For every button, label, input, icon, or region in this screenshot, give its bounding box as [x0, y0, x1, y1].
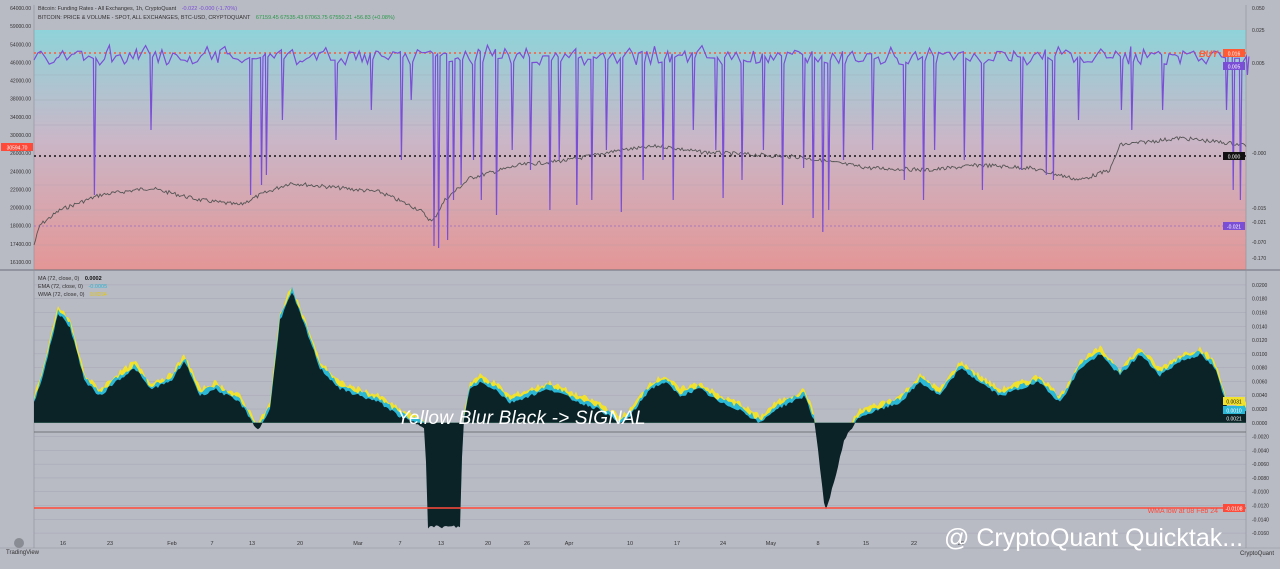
- y-bottom-tick-label: 0.0200: [1252, 283, 1268, 289]
- y-bottom-tick-label: -0.0160: [1252, 531, 1269, 537]
- x-tick-label: 17: [674, 541, 680, 547]
- zero-marker: 0.000: [1228, 155, 1241, 161]
- x-tick-label: 23: [107, 541, 113, 547]
- settings-toggle-icon[interactable]: [14, 538, 24, 548]
- funding-marker: 0.005: [1228, 65, 1241, 71]
- y-left-tick-label: 30000.00: [10, 133, 31, 139]
- x-tick-label: 13: [249, 541, 255, 547]
- x-tick-label: 8: [816, 541, 819, 547]
- ema-legend-label: EMA (72, close, 0): [38, 284, 83, 290]
- y-bottom-tick-label: -0.0140: [1252, 517, 1269, 523]
- y-bottom-tick-label: 0.0140: [1252, 324, 1268, 330]
- x-tick-label: May: [766, 541, 777, 547]
- price-legend: BITCOIN: PRICE & VOLUME - SPOT, ALL EXCH…: [38, 15, 399, 21]
- cryptoquant-logo[interactable]: CryptoQuant: [1240, 551, 1274, 557]
- ma-legend: MA (72, close, 0) 0.0002: [38, 276, 106, 282]
- y-left-tick-label: 59000.00: [10, 24, 31, 30]
- y-bottom-tick-label: -0.0020: [1252, 435, 1269, 441]
- y-bottom-tick-label: 0.0180: [1252, 297, 1268, 303]
- x-tick-label: 13: [438, 541, 444, 547]
- y-right-tick-label: -0.070: [1252, 240, 1266, 246]
- y-bottom-tick-label: -0.0060: [1252, 462, 1269, 468]
- x-tick-label: 15: [863, 541, 869, 547]
- top-pane-background: [34, 30, 1246, 270]
- price-legend-values: 67159.45 67535.43 67063.75 67550.21 +56.…: [255, 15, 395, 21]
- x-tick-label: 26: [524, 541, 530, 547]
- y-bottom-tick-label: -0.0100: [1252, 490, 1269, 496]
- y-bottom-tick-label: 0.0080: [1252, 366, 1268, 372]
- x-tick-label: Feb: [167, 541, 176, 547]
- ma-legend-label: MA (72, close, 0): [38, 276, 80, 282]
- buy-tag: BUY: [1199, 49, 1219, 59]
- y-left-tick-label: 22000.00: [10, 187, 31, 193]
- y-right-tick-label: -0.000: [1252, 151, 1266, 157]
- y-left-tick-label: 26000.00: [10, 151, 31, 157]
- y-left-tick-label: 64000.00: [10, 6, 31, 12]
- buy-marker: 0.016: [1228, 52, 1241, 58]
- y-left-tick-label: 46000.00: [10, 60, 31, 66]
- signal-annotation: Yellow Blur Black -> SIGNAL: [397, 408, 646, 429]
- y-bottom-tick-label: 0.0060: [1252, 379, 1268, 385]
- y-bottom-tick-label: -0.0120: [1252, 504, 1269, 510]
- price-marker: 30594.70: [7, 146, 28, 152]
- y-left-tick-label: 16100.00: [10, 260, 31, 266]
- ma-legend-value: 0.0002: [84, 276, 102, 282]
- wma-low-label: WMA low at 08 Feb 24: [1148, 508, 1219, 515]
- watermark: @ CryptoQuant Quicktak...: [944, 524, 1244, 552]
- y-bottom-tick-label: -0.0040: [1252, 448, 1269, 454]
- x-tick-label: Apr: [565, 541, 574, 547]
- x-tick-label: 7: [398, 541, 401, 547]
- ema-legend: EMA (72, close, 0) -0.0005: [38, 284, 111, 290]
- x-tick-label: Mar: [353, 541, 363, 547]
- wma-legend-label: WMA (72, close, 0): [38, 292, 85, 298]
- y-bottom-tick-label: 0.0160: [1252, 310, 1268, 316]
- y-left-tick-label: 20000.00: [10, 206, 31, 212]
- funding-legend-title: Bitcoin: Funding Rates - All Exchanges, …: [38, 6, 177, 12]
- y-bottom-tick-label: 0.0040: [1252, 393, 1268, 399]
- wma-legend: WMA (72, close, 0) 0.0014: [38, 292, 111, 298]
- chart-canvas[interactable]: 64000.00 59000.00 54000.00 46000.00 42000.00…: [0, 0, 1280, 564]
- y-left-tick-label: 17400.00: [10, 242, 31, 248]
- chart-root: 64000.00 59000.00 54000.00 46000.00 42000.00…: [0, 0, 1280, 564]
- neg-marker: -0.021: [1227, 225, 1241, 231]
- y-right-tick-label: 0.005: [1252, 61, 1265, 67]
- y-right-tick-label: 0.050: [1252, 6, 1265, 12]
- funding-legend-values: -0.022 -0.000 (-1.70%): [181, 6, 238, 12]
- y-bottom-tick-label: 0.0000: [1252, 421, 1268, 427]
- y-left-tick-label: 18000.00: [10, 224, 31, 230]
- y-bottom-tick-label: 0.0100: [1252, 352, 1268, 358]
- y-left-tick-label: 24000.00: [10, 169, 31, 175]
- wma-legend-value: 0.0014: [90, 292, 107, 298]
- y-left-tick-label: 34000.00: [10, 115, 31, 121]
- y-left-tick-label: 38000.00: [10, 97, 31, 103]
- x-tick-label: 10: [627, 541, 633, 547]
- y-left-tick-label: 42000.00: [10, 79, 31, 85]
- y-bottom-tick-label: -0.0080: [1252, 476, 1269, 482]
- y-bottom-tick-label: 0.0020: [1252, 407, 1268, 413]
- funding-legend: Bitcoin: Funding Rates - All Exchanges, …: [38, 6, 241, 12]
- y-bottom-tick-label: 0.0120: [1252, 338, 1268, 344]
- x-tick-label: 20: [297, 541, 303, 547]
- price-legend-title: BITCOIN: PRICE & VOLUME - SPOT, ALL EXCH…: [38, 15, 251, 21]
- y-left-tick-label: 54000.00: [10, 42, 31, 48]
- tradingview-logo[interactable]: TradingView: [6, 550, 39, 556]
- y-right-tick-label: -0.015: [1252, 206, 1266, 212]
- ma-marker: 0.0021: [1226, 417, 1242, 423]
- y-right-tick-label: -0.170: [1252, 256, 1266, 262]
- x-tick-label: 20: [485, 541, 491, 547]
- x-tick-label: 7: [210, 541, 213, 547]
- wma-marker: 0.0031: [1226, 400, 1242, 406]
- x-tick-label: 24: [720, 541, 726, 547]
- ema-legend-value: -0.0005: [88, 284, 108, 290]
- x-tick-label: 16: [60, 541, 66, 547]
- x-tick-label: 22: [911, 541, 917, 547]
- y-right-tick-label: 0.025: [1252, 28, 1265, 34]
- y-right-tick-label: -0.021: [1252, 220, 1266, 226]
- ema-marker: 0.0010: [1226, 409, 1242, 415]
- low-marker: -0.0108: [1226, 507, 1243, 513]
